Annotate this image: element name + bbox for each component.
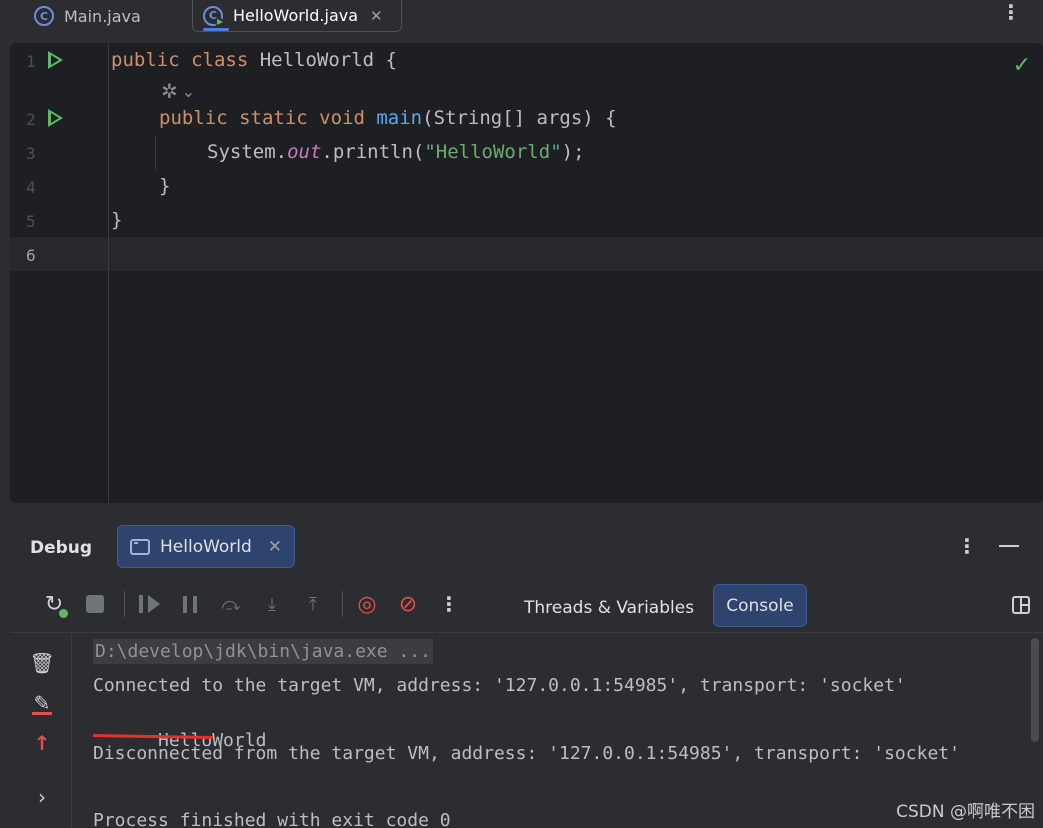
console-line: Connected to the target VM, address: '12… — [93, 675, 906, 696]
run-gutter-icon[interactable] — [48, 51, 63, 69]
line-number: 5 — [26, 212, 36, 231]
runnable-class-icon: C — [203, 5, 224, 27]
indent-guide — [155, 135, 156, 171]
console-command-line[interactable]: D:\develop\jdk\bin\java.exe ... — [93, 639, 433, 664]
tab-main-java[interactable]: C Main.java — [24, 0, 151, 32]
step-out-icon[interactable]: ⤒ — [295, 588, 331, 620]
code-line: System.out.println("HelloWorld"); — [207, 141, 585, 163]
code-line: public static void main(String[] args) { — [159, 107, 617, 129]
step-into-icon[interactable]: ⤓ — [254, 588, 290, 620]
debug-tool-window: Debug HelloWorld ✕ ⋮ ↻ ⤼ ⤓ ⤒ ◎ ⊘ ⋮ Threa… — [10, 514, 1043, 828]
arrow-up-icon[interactable]: ↑ — [30, 731, 54, 755]
console-icon — [130, 538, 150, 555]
tab-label: HelloWorld.java — [233, 6, 359, 25]
more-icon[interactable]: ⋮ — [957, 534, 977, 558]
check-icon[interactable]: ✓ — [1013, 53, 1031, 78]
debug-toolbar: ↻ ⤼ ⤓ ⤒ ◎ ⊘ ⋮ — [36, 586, 472, 622]
pause-icon[interactable] — [172, 588, 208, 620]
code-line: } — [159, 175, 171, 197]
code-line: public class HelloWorld { — [111, 49, 397, 71]
current-line-highlight — [10, 237, 1043, 271]
view-breakpoints-icon[interactable]: ◎ — [349, 588, 385, 620]
chevron-right-icon[interactable]: › — [30, 785, 54, 809]
minimize-icon[interactable] — [999, 545, 1019, 547]
trash-icon[interactable]: 🗑 — [29, 651, 54, 675]
stop-icon[interactable] — [77, 588, 113, 620]
line-number: 6 — [26, 246, 36, 265]
soft-wrap-icon[interactable]: ✎ — [30, 691, 54, 715]
toolbar-separator — [124, 591, 125, 617]
layout-settings-icon[interactable] — [1012, 596, 1030, 614]
console-side-toolbar: 🗑 ✎ ↑ › — [10, 633, 72, 828]
debug-title: Debug — [30, 538, 93, 558]
console-line: Disconnected from the target VM, address… — [93, 743, 960, 764]
step-over-icon[interactable]: ⤼ — [213, 588, 249, 620]
run-gutter-icon[interactable] — [48, 109, 63, 127]
rerun-debug-icon[interactable]: ↻ — [36, 588, 72, 620]
console-line: Process finished with exit code 0 — [93, 810, 451, 828]
ai-inlay-hint[interactable]: ✲ ⌄ — [161, 79, 195, 103]
gutter-divider — [108, 43, 109, 503]
more-icon[interactable]: ⋮ — [1001, 2, 1021, 22]
more-icon[interactable]: ⋮ — [431, 588, 467, 620]
watermark: CSDN @啊唯不困 — [896, 802, 1035, 822]
code-editor[interactable]: 1 2 3 4 5 6 public class HelloWorld { ✲ … — [10, 43, 1043, 503]
chevron-down-icon: ⌄ — [181, 81, 196, 101]
resume-icon[interactable] — [131, 588, 167, 620]
mute-breakpoints-icon[interactable]: ⊘ — [390, 588, 426, 620]
line-number: 3 — [26, 144, 36, 163]
code-line: } — [111, 209, 123, 231]
close-icon[interactable]: ✕ — [268, 537, 282, 557]
session-label: HelloWorld — [160, 536, 252, 557]
line-number: 1 — [26, 52, 36, 71]
tab-threads-variables[interactable]: Threads & Variables — [524, 598, 694, 618]
line-number: 2 — [26, 110, 36, 129]
line-number: 4 — [26, 178, 36, 197]
editor-tab-bar: C Main.java C HelloWorld.java ✕ ⋮ — [0, 0, 1043, 36]
class-icon: C — [34, 6, 54, 26]
tab-label: Main.java — [64, 6, 141, 26]
close-icon[interactable]: ✕ — [370, 7, 383, 25]
active-tab-indicator — [203, 28, 229, 31]
ai-gem-icon: ✲ — [161, 79, 178, 103]
toolbar-separator — [342, 591, 343, 617]
tab-console[interactable]: Console — [713, 584, 807, 627]
debug-session-tab[interactable]: HelloWorld ✕ — [117, 525, 295, 568]
console-scrollbar[interactable] — [1031, 638, 1039, 742]
